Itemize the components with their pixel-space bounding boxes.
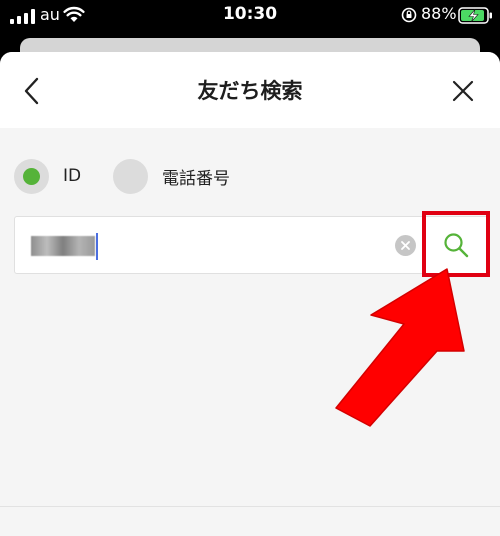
radio-selected-icon bbox=[14, 158, 49, 194]
id-search-field bbox=[14, 216, 488, 274]
close-icon bbox=[452, 80, 474, 102]
radio-unselected-icon bbox=[113, 158, 148, 194]
radio-label-id: ID bbox=[63, 166, 82, 186]
redacted-input-text bbox=[31, 236, 95, 256]
clear-icon bbox=[401, 241, 410, 250]
orientation-lock-icon bbox=[401, 7, 417, 23]
page-title: 友だち検索 bbox=[197, 79, 303, 103]
battery-charging-icon bbox=[458, 7, 492, 24]
clear-input-button[interactable] bbox=[395, 235, 416, 256]
bottom-divider bbox=[0, 506, 500, 507]
search-type-phone-radio[interactable]: 電話番号 bbox=[113, 158, 230, 194]
text-caret bbox=[96, 233, 98, 260]
status-bar: au 10:30 88% bbox=[0, 0, 500, 32]
close-button[interactable] bbox=[444, 72, 482, 110]
sheet-header: 友だち検索 bbox=[0, 52, 500, 128]
battery-percentage: 88% bbox=[421, 4, 457, 23]
radio-label-phone: 電話番号 bbox=[162, 168, 230, 189]
search-type-id-radio[interactable]: ID bbox=[14, 158, 81, 194]
friend-search-sheet: 友だち検索 ID 電話番号 bbox=[0, 52, 500, 536]
annotation-highlight-box bbox=[422, 211, 490, 277]
